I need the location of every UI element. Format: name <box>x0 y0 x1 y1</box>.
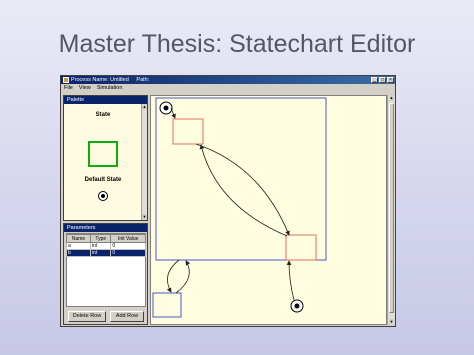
add-row-button[interactable]: Add Row <box>110 311 144 322</box>
window-title: Process Name: Untitled Path: <box>71 77 150 83</box>
cell-init-value[interactable]: 0 <box>110 242 146 250</box>
slide-title: Master Thesis: Statechart Editor <box>58 30 416 58</box>
app-icon <box>63 77 69 83</box>
parameters-panel: Parameters Name Type Init Value a int 0 … <box>63 223 148 325</box>
palette-state-label: State <box>95 112 111 118</box>
menu-view[interactable]: View <box>79 84 91 93</box>
parameters-header: Parameters <box>64 224 147 232</box>
transition-arrow[interactable] <box>199 144 288 237</box>
close-icon[interactable]: × <box>387 77 394 83</box>
palette-header-label: Palette <box>67 97 85 103</box>
transition-arrow[interactable] <box>195 143 290 236</box>
maximize-icon[interactable]: □ <box>379 77 386 83</box>
minimize-icon[interactable]: _ <box>371 77 378 83</box>
cell-name[interactable]: a <box>65 242 92 250</box>
column-header-init-value[interactable]: Init Value <box>110 234 146 243</box>
palette-scrollbar[interactable]: ▲ ▼ <box>141 104 147 220</box>
palette-panel: Palette State Default State ▲ ▼ <box>63 95 148 221</box>
statechart-canvas[interactable] <box>150 95 387 325</box>
default-transition-arrow[interactable] <box>286 260 295 301</box>
window-titlebar[interactable]: Process Name: Untitled Path: _ □ × <box>61 76 395 84</box>
default-state-dot <box>163 105 169 111</box>
default-state-icon[interactable] <box>98 191 108 201</box>
palette-header: Palette <box>64 96 147 104</box>
cell-type[interactable]: int <box>90 242 112 250</box>
cell-init-value[interactable]: 0 <box>110 249 146 257</box>
table-row[interactable]: a int 0 <box>65 242 146 250</box>
default-state-dot <box>294 303 300 309</box>
cell-name[interactable]: b <box>65 249 92 257</box>
state-box[interactable] <box>285 234 317 261</box>
palette-state-tool[interactable] <box>88 141 118 167</box>
app-window: Process Name: Untitled Path: _ □ × File … <box>60 75 396 327</box>
palette-default-state-label: Default State <box>84 177 122 183</box>
canvas-scrollbar[interactable]: ▲ ▼ <box>387 95 395 325</box>
delete-row-button[interactable]: Delete Row <box>68 311 106 322</box>
column-header-name[interactable]: Name <box>65 234 92 243</box>
menubar: File View Simulation <box>61 84 395 93</box>
scroll-up-arrow-icon[interactable]: ▲ <box>142 104 147 110</box>
column-header-type[interactable]: Type <box>90 234 112 243</box>
menu-simulation[interactable]: Simulation <box>97 84 123 93</box>
scroll-down-arrow-icon[interactable]: ▼ <box>389 319 394 325</box>
table-row-selected[interactable]: b int 0 <box>65 249 146 257</box>
scroll-up-arrow-icon[interactable]: ▲ <box>389 95 394 101</box>
parameters-header-label: Parameters <box>67 225 96 231</box>
cell-type[interactable]: int <box>90 249 112 257</box>
state-box-selected[interactable] <box>152 292 182 318</box>
transition-arrow[interactable] <box>166 259 180 293</box>
scrollbar-thumb[interactable] <box>389 103 394 313</box>
default-transition-arrow[interactable] <box>170 107 176 119</box>
parameters-table: Name Type Init Value a int 0 b int 0 <box>65 234 146 257</box>
statechart-diagram[interactable] <box>151 96 387 325</box>
menu-file[interactable]: File <box>64 84 73 93</box>
palette-body: State Default State <box>64 104 142 220</box>
state-box[interactable] <box>172 118 204 145</box>
scroll-down-arrow-icon[interactable]: ▼ <box>142 214 147 220</box>
transition-arrow[interactable] <box>175 260 191 294</box>
